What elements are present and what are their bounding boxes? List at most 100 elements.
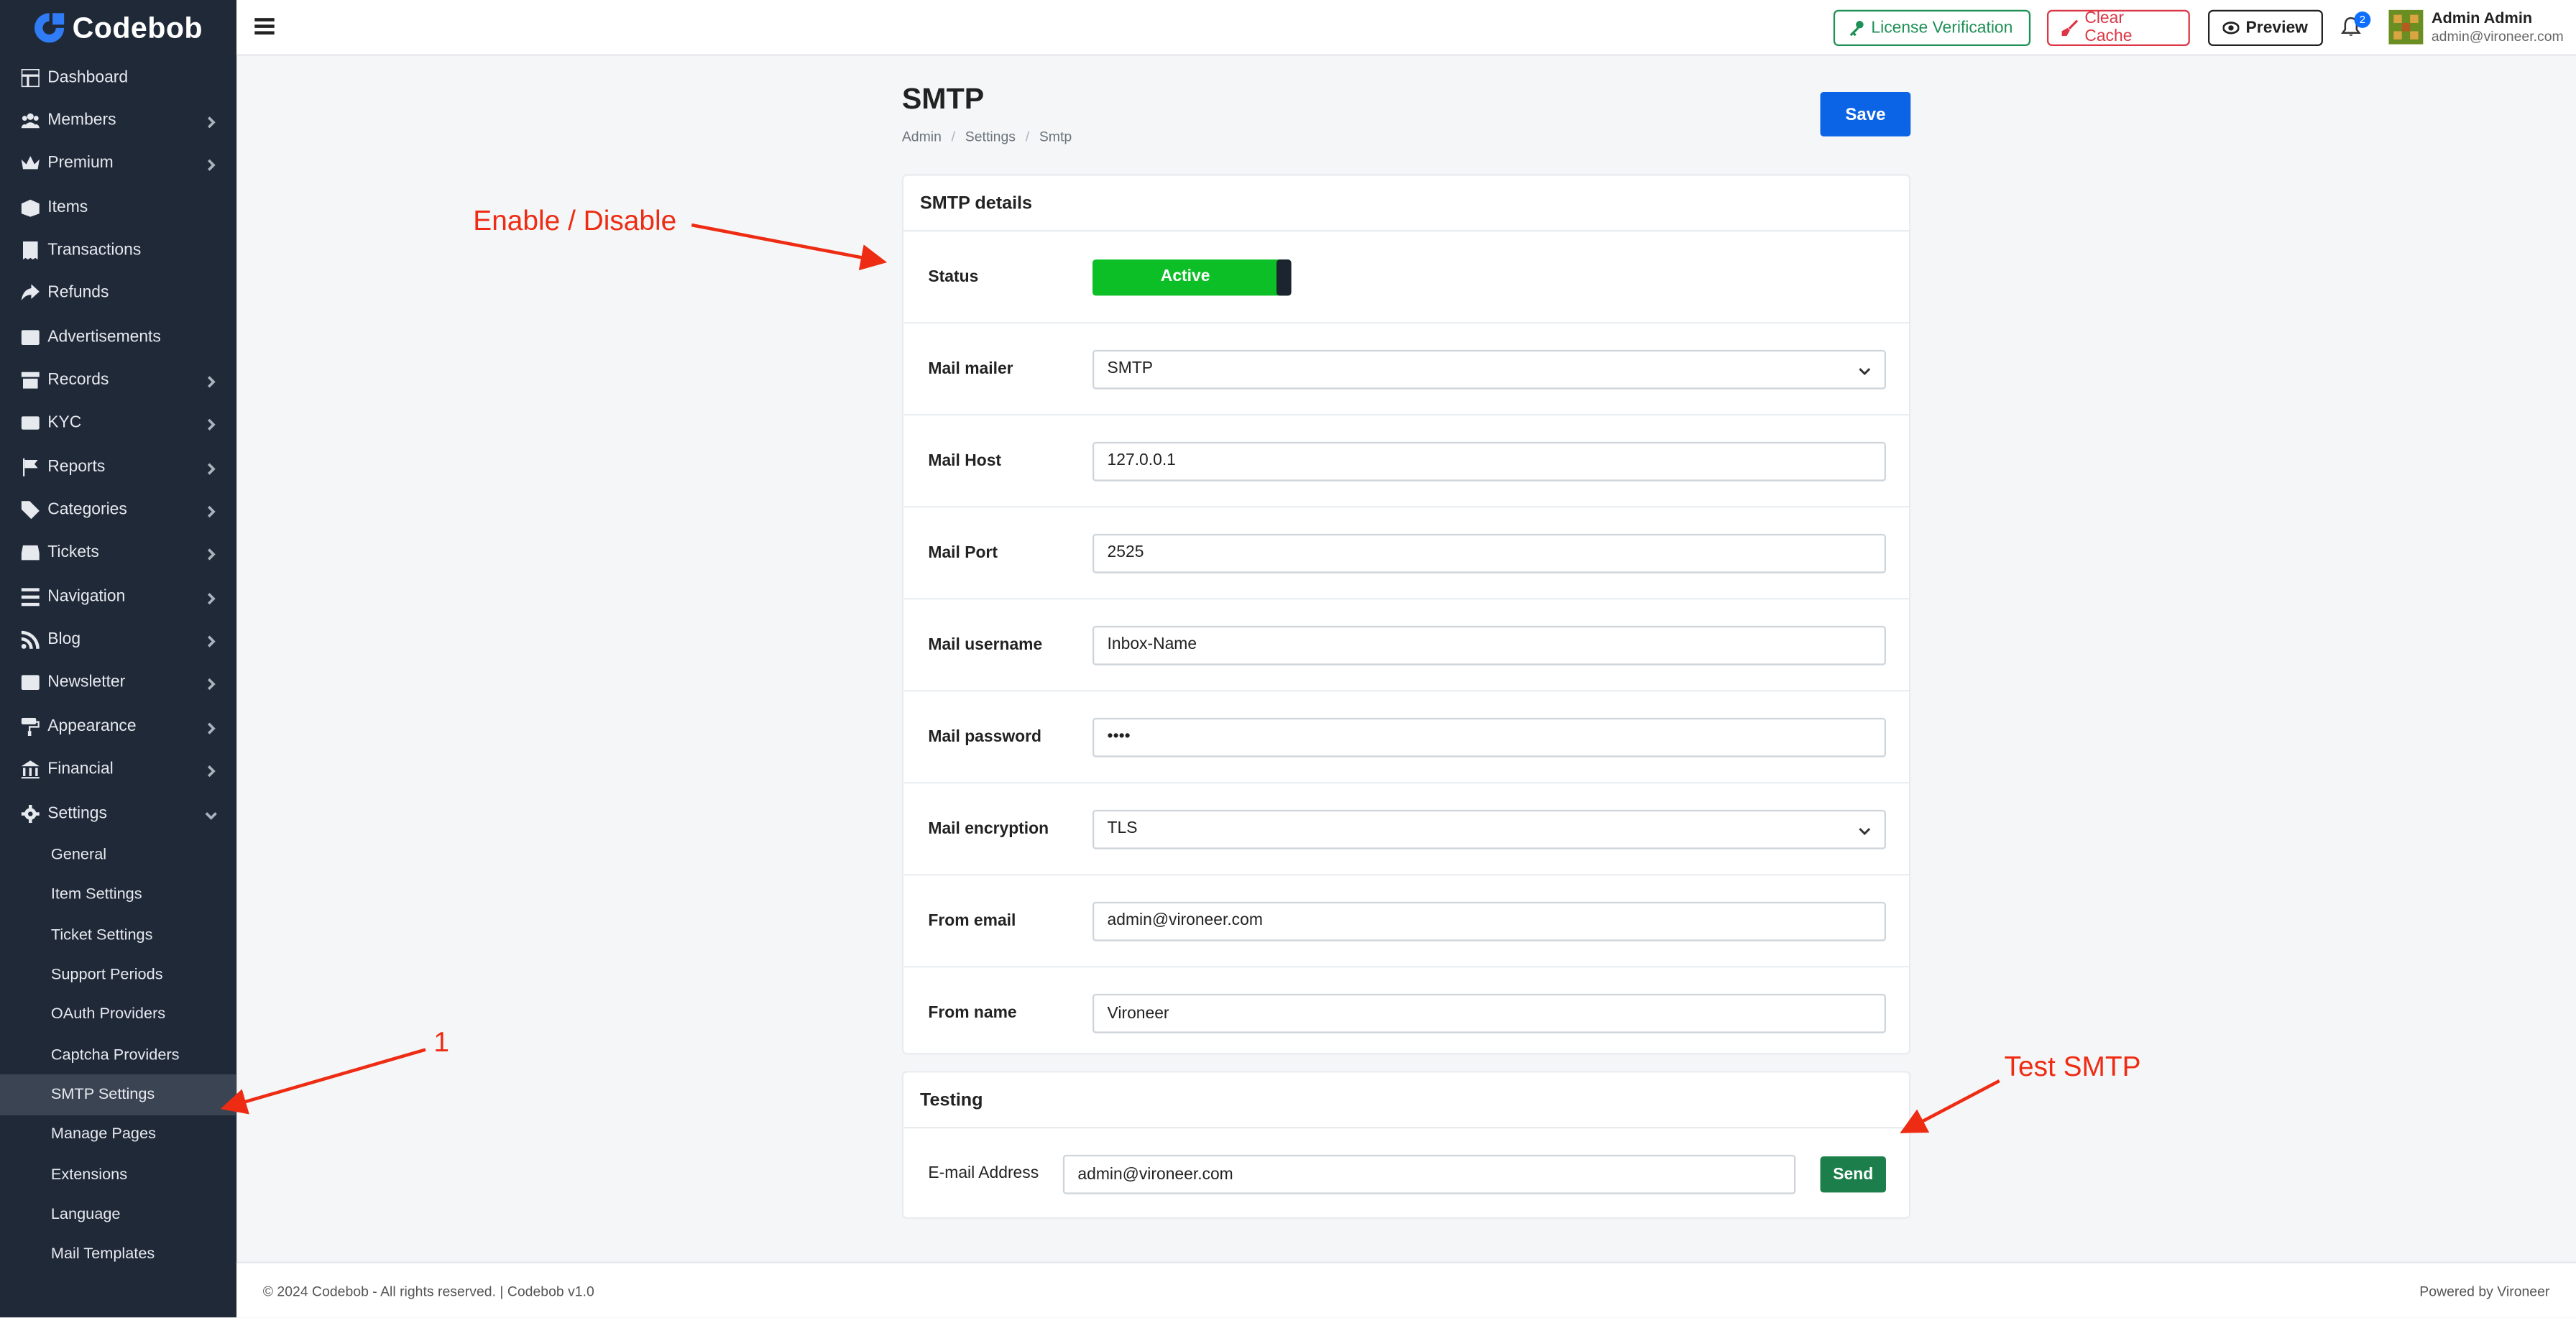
sidebar-item-categories[interactable]: Categories [0, 489, 236, 532]
mail-port-row: Mail Port 2525 [903, 507, 1909, 600]
mail-port-value: 2525 [1107, 543, 1144, 562]
chevron-right-icon [206, 721, 217, 734]
archive-icon [21, 372, 40, 390]
chevron-right-icon [206, 635, 217, 648]
sidebar-item-blog[interactable]: Blog [0, 618, 236, 661]
mail-encryption-select[interactable]: TLS [1092, 808, 1886, 849]
chevron-right-icon [206, 374, 217, 388]
testing-header: Testing [903, 1073, 1909, 1129]
settings-subitem-oauth-providers[interactable]: OAuth Providers [0, 995, 236, 1035]
annotation-step-one: 1 [433, 1026, 450, 1058]
sidebar-item-label: Advertisements [47, 328, 161, 346]
settings-subitem-mail-templates[interactable]: Mail Templates [0, 1235, 236, 1275]
sidebar-item-newsletter[interactable]: Newsletter [0, 662, 236, 705]
settings-subitem-extensions[interactable]: Extensions [0, 1155, 236, 1195]
gear-icon [21, 803, 40, 823]
test-email-input[interactable]: admin@vironeer.com [1062, 1154, 1796, 1194]
mail-mailer-value: SMTP [1107, 359, 1154, 378]
sidebar-item-premium[interactable]: Premium [0, 142, 236, 185]
topbar: License Verification Clear Cache Preview… [236, 0, 2576, 56]
sidebar: Codebob Dashboard Members Premium Items Tran… [0, 0, 237, 1318]
sidebar-item-reports[interactable]: Reports [0, 446, 236, 489]
mail-host-input[interactable]: 127.0.0.1 [1092, 441, 1886, 481]
settings-subitem-item-settings[interactable]: Item Settings [0, 875, 236, 915]
mail-mailer-label: Mail mailer [928, 359, 1013, 378]
settings-subitem-language[interactable]: Language [0, 1194, 236, 1235]
sidebar-item-transactions[interactable]: Transactions [0, 229, 236, 272]
sidebar-item-tickets[interactable]: Tickets [0, 532, 236, 575]
breadcrumb-admin[interactable]: Admin [902, 128, 942, 144]
ad-icon [21, 328, 40, 346]
arrow-to-send [1900, 1079, 2000, 1133]
sidebar-item-label: Blog [47, 631, 81, 650]
crown-icon [21, 155, 40, 173]
settings-subitem-captcha-providers[interactable]: Captcha Providers [0, 1035, 236, 1075]
clear-cache-button[interactable]: Clear Cache [2046, 9, 2190, 46]
sidebar-item-navigation[interactable]: Navigation [0, 575, 236, 618]
avatar[interactable] [2388, 9, 2424, 45]
sidebar-item-label: Premium [47, 155, 114, 173]
chevron-right-icon [206, 504, 217, 518]
flag-icon [22, 458, 40, 476]
sidebar-item-label: Settings [47, 803, 107, 823]
sidebar-item-advertisements[interactable]: Advertisements [0, 315, 236, 359]
sidebar-item-members[interactable]: Members [0, 99, 236, 142]
mail-encryption-value: TLS [1107, 819, 1138, 838]
sidebar-item-label: Records [47, 371, 109, 390]
test-email-label: E-mail Address [928, 1164, 1039, 1183]
chevron-down-icon [1859, 367, 1871, 374]
rss-icon [21, 631, 40, 650]
save-button[interactable]: Save [1820, 91, 1911, 137]
sidebar-item-items[interactable]: Items [0, 185, 236, 229]
annotation-enable-disable: Enable / Disable [473, 205, 677, 237]
sidebar-item-financial[interactable]: Financial [0, 748, 236, 791]
send-test-button[interactable]: Send [1820, 1156, 1886, 1193]
settings-subitem-ticket-settings[interactable]: Ticket Settings [0, 915, 236, 955]
sidebar-item-label: Newsletter [47, 674, 126, 693]
from-name-row: From name Vironeer [903, 967, 1909, 1059]
mail-password-label: Mail password [928, 727, 1041, 746]
sidebar-item-dashboard[interactable]: Dashboard [0, 56, 236, 99]
mail-host-row: Mail Host 127.0.0.1 [903, 415, 1909, 508]
sidebar-item-settings[interactable]: Settings [0, 791, 236, 834]
from-name-input[interactable]: Vironeer [1092, 993, 1886, 1033]
preview-button[interactable]: Preview [2207, 9, 2323, 46]
clear-cache-label: Clear Cache [2084, 9, 2133, 46]
license-verification-button[interactable]: License Verification [1833, 9, 2031, 46]
mail-host-label: Mail Host [928, 451, 1002, 470]
mail-username-input[interactable]: Inbox-Name [1092, 625, 1886, 665]
sidebar-item-kyc[interactable]: KYC [0, 402, 236, 445]
user-email: admin@vironeer.com [2431, 27, 2564, 45]
breadcrumb-current: Smtp [1039, 128, 1072, 145]
sidebar-item-label: Appearance [47, 717, 137, 736]
settings-subitem-manage-pages[interactable]: Manage Pages [0, 1115, 236, 1155]
chevron-right-icon [206, 764, 217, 778]
mail-port-input[interactable]: 2525 [1092, 533, 1886, 573]
brand[interactable]: Codebob [0, 0, 236, 56]
status-toggle-label: Active [1160, 267, 1210, 286]
footer-powered-by: Powered by Vironeer [2419, 1283, 2550, 1299]
from-name-label: From name [928, 1004, 1017, 1023]
mail-password-value: •••• [1107, 727, 1131, 746]
breadcrumb-separator: / [1025, 128, 1030, 145]
settings-subitem-smtp-settings[interactable]: SMTP Settings [0, 1074, 237, 1115]
menu-toggle-icon[interactable] [254, 15, 275, 38]
sidebar-item-refunds[interactable]: Refunds [0, 272, 236, 315]
settings-subnav: General Item Settings Ticket Settings Suppo… [0, 835, 237, 1275]
receipt-icon [22, 241, 40, 260]
sidebar-item-label: Financial [47, 760, 114, 779]
chevron-right-icon [206, 591, 217, 604]
arrow-to-status [691, 223, 888, 271]
settings-subitem-support-periods[interactable]: Support Periods [0, 954, 236, 995]
from-email-input[interactable]: admin@vironeer.com [1092, 900, 1886, 941]
mail-mailer-select[interactable]: SMTP [1092, 349, 1886, 389]
chevron-down-icon [1859, 826, 1871, 834]
mail-password-input[interactable]: •••• [1092, 716, 1886, 757]
compass-icon [21, 587, 40, 606]
sidebar-item-records[interactable]: Records [0, 359, 236, 402]
settings-subitem-general[interactable]: General [0, 835, 236, 875]
breadcrumb-settings[interactable]: Settings [965, 128, 1016, 144]
dashboard-icon [21, 68, 40, 87]
status-toggle[interactable]: Active [1092, 258, 1292, 295]
sidebar-item-appearance[interactable]: Appearance [0, 705, 236, 748]
